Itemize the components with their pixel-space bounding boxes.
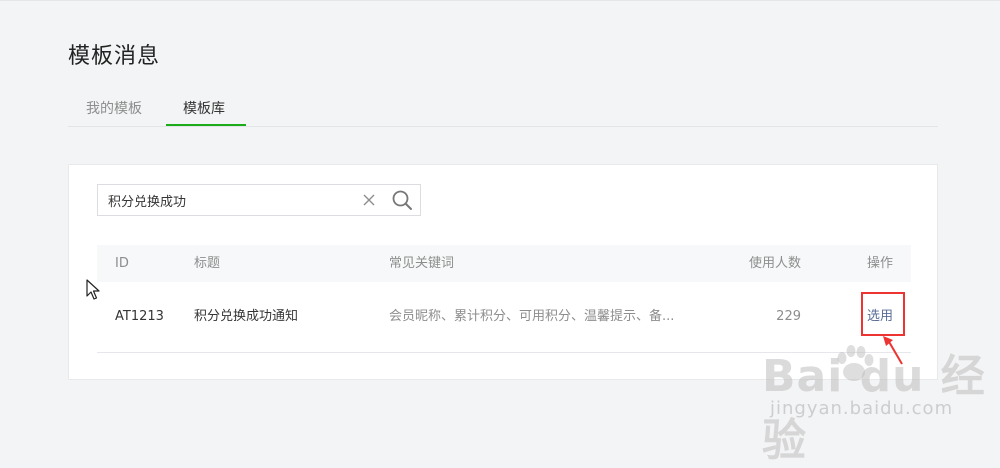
header-action: 操作 — [866, 256, 893, 271]
page-title: 模板消息 — [68, 44, 161, 69]
header-usage-count: 使用人数 — [748, 256, 801, 271]
search-icon[interactable] — [390, 188, 414, 212]
header-title: 标题 — [194, 256, 221, 271]
row-title: 积分兑换成功通知 — [194, 309, 299, 324]
header-id: ID — [115, 256, 129, 271]
annotation-highlight-box — [861, 292, 905, 336]
table-header: ID 标题 常见关键词 使用人数 操作 — [97, 245, 911, 282]
top-divider — [0, 0, 1000, 1]
paw-icon — [837, 345, 874, 381]
tab-template-library[interactable]: 模板库 — [183, 98, 225, 118]
mouse-cursor-icon — [86, 279, 100, 300]
search-input[interactable] — [98, 185, 376, 215]
header-keywords: 常见关键词 — [389, 256, 455, 271]
active-tab-indicator — [166, 124, 246, 126]
search-box — [97, 184, 421, 216]
row-id: AT1213 — [115, 309, 164, 324]
tab-my-templates[interactable]: 我的模板 — [86, 98, 142, 118]
row-keywords: 会员昵称、累计积分、可用积分、温馨提示、备... — [389, 309, 675, 324]
clear-icon[interactable] — [360, 191, 378, 209]
watermark-url: jingyan.baidu.com — [770, 398, 954, 419]
tab-bar: 我的模板 模板库 — [68, 90, 938, 127]
